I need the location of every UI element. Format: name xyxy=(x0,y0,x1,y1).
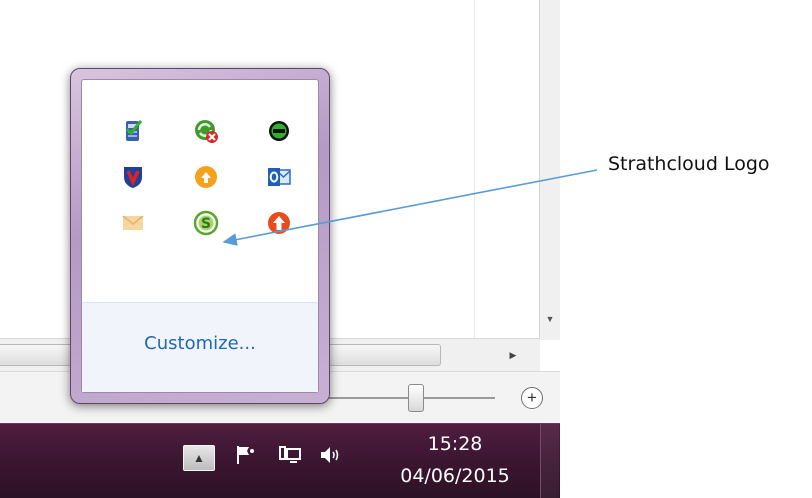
annotation-label: Strathcloud Logo xyxy=(608,153,770,175)
annotation-arrow xyxy=(222,169,598,246)
